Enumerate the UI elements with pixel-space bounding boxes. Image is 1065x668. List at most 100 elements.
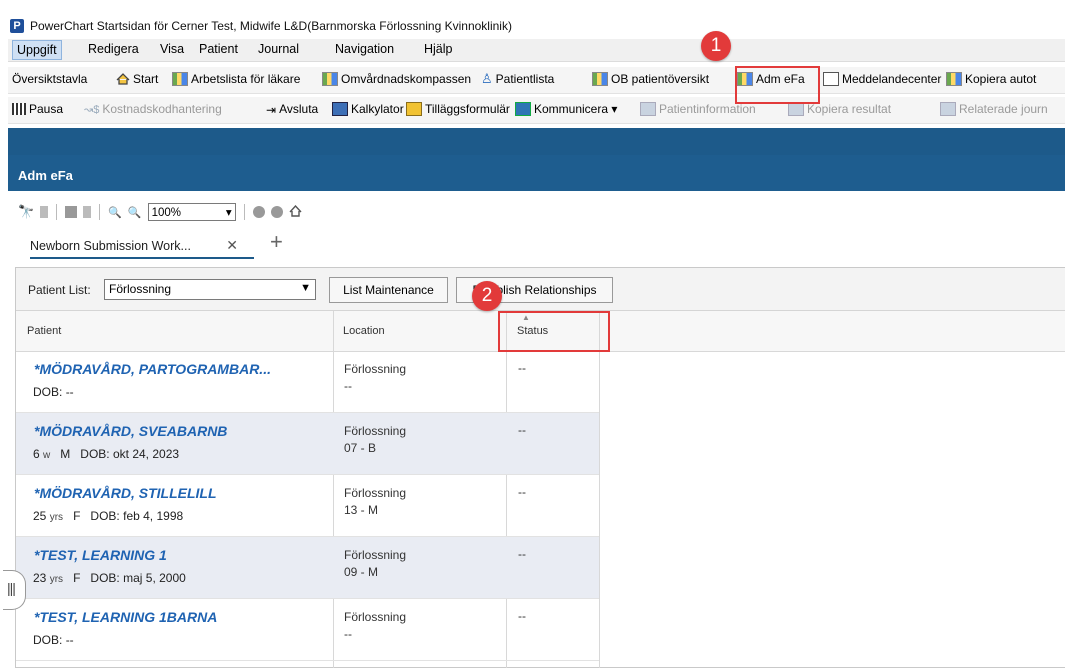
toolbar-item-start[interactable]: Start xyxy=(116,72,158,86)
toolbar-item-label: Patientinformation xyxy=(659,102,756,116)
toolbar-item-label: Meddelandecenter xyxy=(842,72,942,86)
patient-name[interactable]: *MÖDRAVÅRD, SVEABARNB xyxy=(34,423,227,439)
highlight-box-status xyxy=(498,311,610,352)
column-header-location[interactable]: Location xyxy=(343,325,385,337)
toolbar-item-label: Tilläggsformulär xyxy=(425,102,510,116)
toolbar-item-relaterade-journaler[interactable]: Relaterade journ xyxy=(940,102,1048,116)
patient-name[interactable]: *TEST, LEARNING 1BARNA xyxy=(34,609,217,625)
add-tab-icon[interactable]: + xyxy=(270,229,283,255)
table-row[interactable]: *TEST, LEARNING 1BARNA DOB: -- Förlossni… xyxy=(16,599,599,661)
toolbar-item-oversiktstavla[interactable]: Översiktstavla xyxy=(12,72,87,86)
table-row[interactable]: *MÖDRAVÅRD, STILLELILL 25 yrs F DOB: feb… xyxy=(16,475,599,537)
toolbar-item-label: OB patientöversikt xyxy=(611,72,710,86)
window-title: PowerChart Startsidan för Cerner Test, M… xyxy=(30,19,512,33)
column-header-patient[interactable]: Patient xyxy=(27,325,61,337)
sidebar-toggle-handle[interactable]: ||| xyxy=(3,570,26,610)
home-icon[interactable] xyxy=(289,204,302,220)
toolbar-item-patientinformation[interactable]: Patientinformation xyxy=(640,102,756,116)
view-toolbar: 🔭 🔍 🔍 100% ▾ xyxy=(18,203,302,221)
back-icon[interactable] xyxy=(252,206,265,218)
age-unit: yrs xyxy=(49,574,64,585)
binoculars-icon[interactable]: 🔭 xyxy=(18,204,34,220)
location-cell: Förlossning 09 - M xyxy=(344,547,406,581)
menu-journal[interactable]: Journal xyxy=(258,42,299,56)
zoom-out-icon[interactable]: 🔍 xyxy=(108,206,122,219)
menu-redigera[interactable]: Redigera xyxy=(88,42,139,56)
print-icon[interactable] xyxy=(65,206,78,218)
toolbar-item-avsluta[interactable]: ⇥ Avsluta xyxy=(266,102,318,117)
dob-value: feb 4, 1998 xyxy=(123,509,184,523)
age-unit: yrs xyxy=(49,512,64,523)
document-icon[interactable] xyxy=(40,206,49,218)
location-bed: -- xyxy=(344,627,352,641)
toolbar-item-tillaggsformular[interactable]: Tilläggsformulär xyxy=(406,102,510,116)
location-cell: Förlossning 07 - B xyxy=(344,423,406,457)
grid-icon xyxy=(322,72,338,86)
toolbar-item-omvardnadskompassen[interactable]: Omvårdnadskompassen xyxy=(322,72,471,86)
toolbar-item-label: Arbetslista för läkare xyxy=(191,72,301,86)
toolbar-item-kopiera-resultat[interactable]: Kopiera resultat xyxy=(788,102,891,116)
menu-navigation[interactable]: Navigation xyxy=(335,42,394,56)
pause-icon xyxy=(12,103,26,115)
tab-newborn-submission[interactable]: Newborn Submission Work... ✕ xyxy=(30,235,254,259)
sex-value: F xyxy=(73,509,81,523)
toolbar-item-patientlista[interactable]: ♙ Patientlista xyxy=(481,72,554,86)
toolbar-item-ob-patientoversikt[interactable]: OB patientöversikt xyxy=(592,72,709,86)
grip-icon: ||| xyxy=(7,580,16,596)
zoom-select[interactable]: 100% ▾ xyxy=(147,203,236,221)
toolbar-item-pausa[interactable]: Pausa xyxy=(12,102,63,116)
separator xyxy=(56,204,58,220)
exit-icon: ⇥ xyxy=(266,103,277,117)
callout-badge-2: 2 xyxy=(472,281,502,311)
table-row[interactable]: *TEST, LEARNING 1 23 yrs F DOB: maj 5, 2… xyxy=(16,537,599,599)
dob-label: DOB: xyxy=(33,385,63,399)
menu-uppgift[interactable]: Uppgift xyxy=(12,40,62,60)
table-row[interactable]: *MÖDRAVÅRD, SVEABARNB 6 w M DOB: okt 24,… xyxy=(16,413,599,475)
dob-label: DOB: xyxy=(90,509,120,523)
location-bed: 09 - M xyxy=(344,565,379,579)
dob-value: maj 5, 2000 xyxy=(123,571,186,585)
toolbar-item-label: Kalkylator xyxy=(351,102,404,116)
patient-name[interactable]: *MÖDRAVÅRD, PARTOGRAMBAR... xyxy=(34,361,271,377)
toolbar-item-kommunicera[interactable]: Kommunicera ▾ xyxy=(515,102,617,116)
menu-bar: Uppgift Redigera Visa Patient Journal Na… xyxy=(8,39,1065,62)
age-unit: w xyxy=(43,450,51,461)
location-cell: Förlossning 13 - M xyxy=(344,485,406,519)
dob-label: DOB: xyxy=(90,571,120,585)
status-cell: -- xyxy=(518,609,526,623)
table-row[interactable]: *MÖDRAVÅRD, PARTOGRAMBAR... DOB: -- Förl… xyxy=(16,351,599,413)
toolbar-item-meddelandecenter[interactable]: Meddelandecenter xyxy=(823,72,941,86)
toolbar-item-kostnadskodhantering[interactable]: ↝$ Kostnadskodhantering xyxy=(84,102,222,116)
toolbar-item-label: Kopiera resultat xyxy=(807,102,892,116)
home-icon xyxy=(116,73,130,85)
toolbar-item-kopiera-auto[interactable]: Kopiera autot xyxy=(946,72,1036,86)
related-icon xyxy=(940,102,956,116)
age-value: 23 xyxy=(33,571,47,585)
toolbar-item-label: Relaterade journ xyxy=(959,102,1048,116)
location-name: Förlossning xyxy=(344,486,407,500)
communicate-icon xyxy=(515,102,531,116)
header-band xyxy=(8,128,1065,155)
list-maintenance-button[interactable]: List Maintenance xyxy=(329,277,448,303)
menu-patient[interactable]: Patient xyxy=(199,42,238,56)
toolbar-item-label: Kostnadskodhantering xyxy=(102,102,222,116)
toolbar-item-label: Omvårdnadskompassen xyxy=(341,72,472,86)
toolbar-item-kalkylator[interactable]: Kalkylator xyxy=(332,102,404,116)
patient-name[interactable]: *TEST, LEARNING 1 xyxy=(34,547,167,563)
grid-icon xyxy=(172,72,188,86)
forward-icon[interactable] xyxy=(270,206,283,218)
status-cell: -- xyxy=(518,423,526,437)
zoom-in-icon[interactable]: 🔍 xyxy=(128,206,142,219)
info-icon xyxy=(640,102,656,116)
menu-visa[interactable]: Visa xyxy=(160,42,184,56)
patient-name[interactable]: *MÖDRAVÅRD, STILLELILL xyxy=(34,485,217,501)
toolbar-item-arbetslista[interactable]: Arbetslista för läkare xyxy=(172,72,300,86)
callout-badge-1: 1 xyxy=(701,31,731,61)
page-title: Adm eFa xyxy=(18,168,73,183)
patient-list-select[interactable]: Förlossning ▼ xyxy=(104,279,316,300)
close-icon[interactable]: ✕ xyxy=(226,237,238,254)
page-icon[interactable] xyxy=(83,206,92,218)
dob-value: okt 24, 2023 xyxy=(112,447,180,461)
menu-hjalp[interactable]: Hjälp xyxy=(424,42,453,56)
calculator-icon xyxy=(332,102,348,116)
